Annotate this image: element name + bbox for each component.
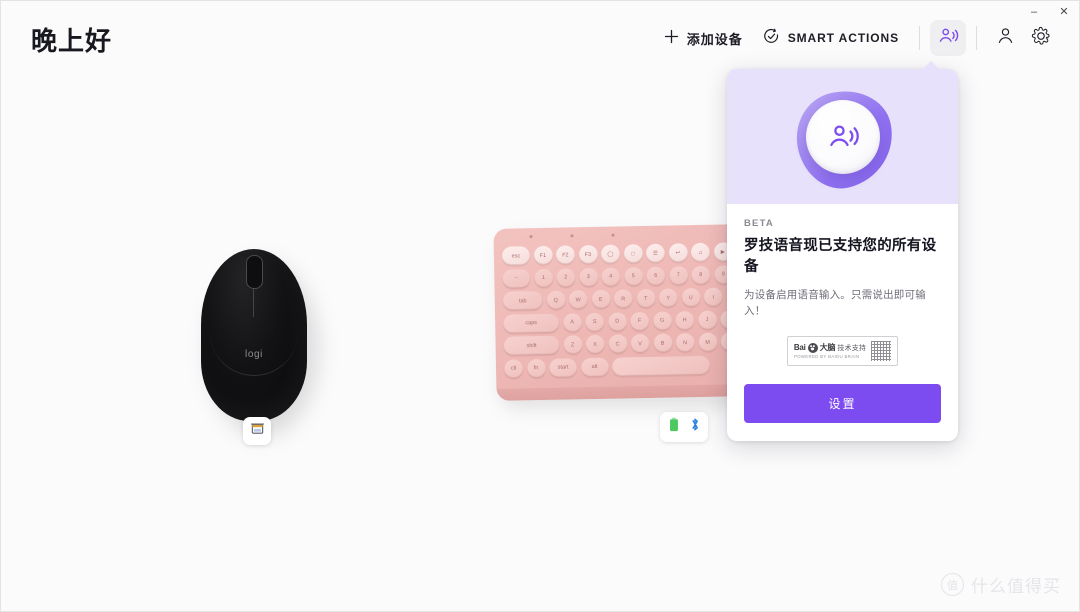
mouse-brand-logo: logi — [245, 349, 263, 360]
partner-badge-wrap: Bai 大脑 技术支持 POWERED BY BAIDU BRAIN — [744, 335, 941, 366]
watermark-text: 什么值得买 — [971, 577, 1061, 596]
popup-body: BETA 罗技语音现已支持您的所有设备 为设备启用语音输入。只需说出即可输入！ … — [727, 204, 958, 441]
toolbar-divider — [919, 26, 920, 50]
baidu-brand-text: Bai — [793, 343, 806, 353]
popup-description: 为设备启用语音输入。只需说出即可输入！ — [744, 289, 926, 317]
keyboard-keys: escF1F2F3 ◯□☰↩ ♫▶► ~1234 567890 tabQWER … — [501, 241, 763, 382]
baidu-support-text: 技术支持 — [837, 344, 867, 352]
settings-gear-icon — [1031, 26, 1051, 51]
smart-actions-label: SMART ACTIONS — [787, 31, 899, 45]
window-controls: – ✕ — [1019, 1, 1079, 23]
plus-icon — [664, 29, 679, 47]
settings-button[interactable] — [1023, 20, 1059, 56]
header-toolbar: 添加设备 SMART ACTIONS — [654, 15, 1059, 61]
watermark-mark: 值 — [941, 573, 964, 596]
baidu-paw-icon — [807, 342, 818, 353]
minimize-button[interactable]: – — [1019, 1, 1049, 23]
device-tile-mouse[interactable]: logi — [197, 247, 321, 439]
smart-actions-button[interactable]: SMART ACTIONS — [753, 22, 909, 54]
popup-title: 罗技语音现已支持您的所有设备 — [744, 238, 937, 276]
bluetooth-icon — [689, 417, 701, 437]
baidu-brand-suffix: 大脑 — [819, 343, 836, 353]
mouse-status-badge[interactable] — [243, 417, 271, 445]
account-button[interactable] — [987, 20, 1023, 56]
check-clock-icon — [763, 28, 780, 48]
app-header: 晚上好 添加设备 SMART ACTIONS — [1, 1, 1079, 79]
mouse-scroll-wheel — [246, 255, 263, 289]
popup-hero — [727, 69, 958, 204]
voice-assistant-button[interactable] — [930, 20, 966, 56]
usb-receiver-icon — [250, 421, 265, 441]
settings-cta-button[interactable]: 设置 — [744, 383, 941, 423]
toolbar-divider-2 — [976, 26, 977, 50]
add-device-button[interactable]: 添加设备 — [654, 23, 753, 54]
mouse-palm-arc — [210, 297, 298, 376]
voice-assistant-icon — [937, 25, 959, 52]
qr-code-icon — [871, 340, 892, 361]
site-watermark: 值 什么值得买 — [941, 572, 1061, 597]
popup-pointer-arrow — [922, 61, 940, 70]
beta-tag: BETA — [744, 218, 774, 229]
voice-promo-popup: BETA 罗技语音现已支持您的所有设备 为设备启用语音输入。只需说出即可输入！ … — [727, 69, 958, 441]
page-title: 晚上好 — [31, 26, 113, 56]
account-icon — [996, 26, 1015, 50]
close-button[interactable]: ✕ — [1049, 1, 1079, 23]
baidu-partner-badge: Bai 大脑 技术支持 POWERED BY BAIDU BRAIN — [786, 335, 899, 366]
logitech-options-window: – ✕ 晚上好 添加设备 SMART ACTIONS logi esc F1 F… — [0, 0, 1080, 612]
add-device-label: 添加设备 — [686, 31, 743, 47]
mouse-body: logi — [201, 249, 307, 421]
battery-full-icon — [668, 417, 680, 437]
keyboard-status-badge[interactable] — [660, 412, 708, 442]
keyboard-channel-dots — [529, 233, 615, 239]
baidu-subtitle: POWERED BY BAIDU BRAIN — [793, 354, 860, 360]
voice-assistant-disc-icon — [805, 99, 880, 174]
